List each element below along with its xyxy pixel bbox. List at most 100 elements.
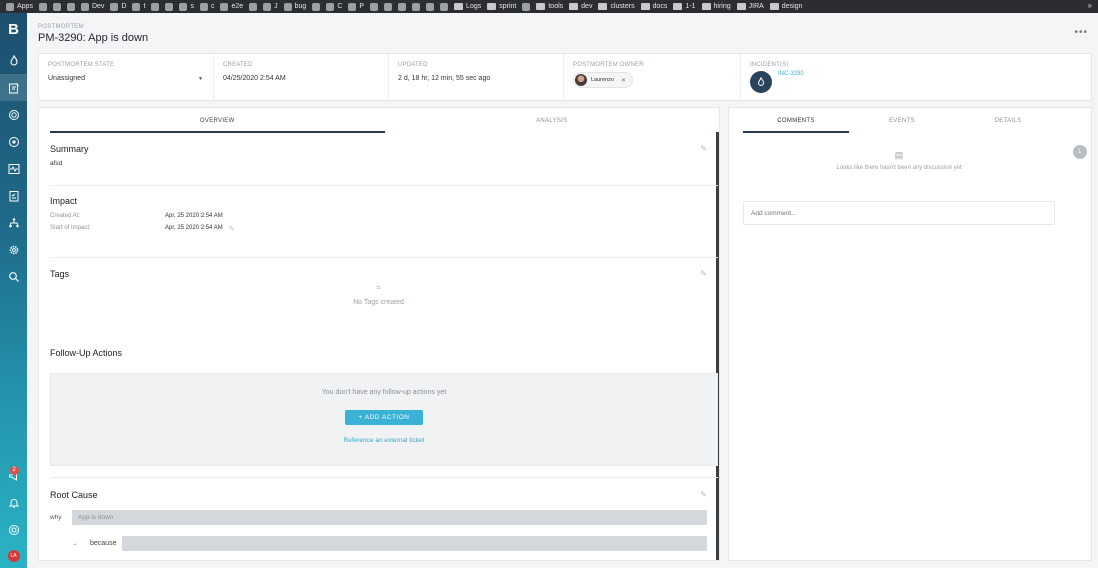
tab-events[interactable]: EVENTS	[849, 116, 955, 133]
hierarchy-icon	[8, 217, 19, 227]
page-header: POSTMORTEM PM-3290: App is down	[38, 24, 148, 44]
bookmarks-overflow-button[interactable]: »	[1088, 1, 1092, 10]
bookmark-item[interactable]: clusters	[598, 3, 635, 10]
state-label: POSTMORTEM STATE	[48, 62, 115, 68]
arrow-right-icon: →	[72, 540, 78, 547]
bookmark-item[interactable]: docs	[640, 3, 667, 10]
bookmark-item[interactable]	[249, 2, 258, 11]
bookmark-item[interactable]	[370, 2, 379, 11]
owner-chip[interactable]: Laurenzo ✕	[573, 72, 633, 88]
bookmark-icon	[348, 2, 357, 11]
tab-comments[interactable]: COMMENTS	[743, 116, 849, 133]
because-input[interactable]	[122, 536, 707, 551]
user-avatar[interactable]: LA	[7, 550, 20, 562]
main-tabs: OVERVIEW ANALYSIS	[50, 116, 719, 133]
bookmark-item[interactable]: tools	[536, 3, 563, 10]
sidebar-item-targets[interactable]	[0, 101, 27, 128]
add-action-button[interactable]: + ADD ACTION	[344, 410, 424, 425]
remove-owner-icon[interactable]: ✕	[621, 77, 626, 84]
help-button[interactable]	[8, 523, 20, 541]
sidebar-item-settings[interactable]	[0, 236, 27, 263]
sidebar-item-search[interactable]	[0, 263, 27, 290]
why-input[interactable]: App is down	[72, 510, 707, 525]
edit-impact-icon[interactable]: ✎	[229, 225, 235, 233]
bookmark-item[interactable]: dev	[569, 3, 592, 10]
folder-icon	[640, 3, 650, 10]
sidebar-item-tasks[interactable]	[0, 182, 27, 209]
bookmark-label: 1-1	[685, 3, 696, 10]
created-label: CREATED	[223, 62, 253, 68]
edit-tags-icon[interactable]: ✎	[700, 269, 707, 278]
bookmark-item[interactable]	[66, 2, 75, 11]
impact-title: Impact	[50, 196, 78, 206]
comments-empty-text: Looks like there hasn't been any discuss…	[836, 165, 962, 171]
bookmark-item[interactable]	[384, 2, 393, 11]
sidebar-item-postmortems[interactable]	[0, 74, 27, 101]
bookmark-item[interactable]: Apps	[6, 2, 33, 11]
bookmark-label: t	[143, 3, 146, 10]
breadcrumb[interactable]: POSTMORTEM	[38, 24, 148, 30]
notifications-button[interactable]	[8, 496, 20, 514]
state-value[interactable]: Unassigned	[48, 75, 204, 82]
bookmark-item[interactable]: design	[769, 3, 802, 10]
bookmark-label: bug	[294, 3, 307, 10]
app-logo[interactable]: B	[6, 21, 22, 39]
bookmark-item[interactable]	[151, 2, 160, 11]
incident-link[interactable]: INC-3290	[778, 71, 804, 77]
goal-icon	[8, 136, 19, 147]
bookmark-item[interactable]	[412, 2, 421, 11]
bookmark-icon	[110, 2, 119, 11]
bookmark-item[interactable]	[312, 2, 321, 11]
sidebar-item-services[interactable]	[0, 209, 27, 236]
bookmark-item[interactable]: e2e	[220, 2, 243, 11]
bookmark-item[interactable]	[165, 2, 174, 11]
bookmark-item[interactable]: c	[199, 2, 214, 11]
sidebar-item-incidents[interactable]	[0, 47, 27, 74]
bookmark-item[interactable]	[522, 2, 531, 11]
bookmark-item[interactable]: D	[110, 2, 126, 11]
scrollbar[interactable]	[716, 132, 719, 560]
edit-summary-icon[interactable]: ✎	[700, 144, 707, 153]
bookmark-item[interactable]	[440, 2, 449, 11]
sidebar-item-activity[interactable]	[0, 155, 27, 182]
bookmark-item[interactable]: hiring	[701, 3, 731, 10]
why-label: why	[50, 514, 62, 521]
tab-details[interactable]: DETAILS	[955, 116, 1061, 133]
bookmark-item[interactable]: bug	[283, 2, 307, 11]
comment-input[interactable]	[743, 201, 1055, 225]
bookmark-item[interactable]: s	[179, 2, 194, 11]
owner-label: POSTMORTEM OWNER	[573, 62, 644, 68]
user-avatar[interactable]: L	[1073, 145, 1087, 159]
bookmark-item[interactable]: Dev	[80, 2, 104, 11]
bookmark-item[interactable]	[398, 2, 407, 11]
bookmark-item[interactable]: Logs	[454, 3, 481, 10]
announcements-button[interactable]: 2	[8, 466, 20, 487]
tags-title: Tags	[50, 269, 70, 279]
gmail-icon	[38, 2, 47, 11]
bookmark-item[interactable]: t	[132, 2, 146, 11]
more-options-button[interactable]: •••	[1074, 27, 1088, 38]
external-ticket-link[interactable]: Reference an external ticket	[51, 437, 717, 444]
tags-empty-text: No Tags created	[353, 299, 404, 306]
edit-root-cause-icon[interactable]: ✎	[700, 490, 707, 499]
search-icon	[8, 271, 19, 282]
bookmark-item[interactable]: C	[326, 2, 342, 11]
bookmark-item[interactable]	[426, 2, 435, 11]
bookmark-item[interactable]: 1-1	[673, 3, 696, 10]
updated-field: UPDATED 2 d, 18 hr, 12 min, 55 sec ago	[389, 54, 564, 100]
bookmark-item[interactable]: J	[263, 2, 278, 11]
bookmark-icon	[80, 2, 89, 11]
bookmark-item[interactable]: P	[348, 2, 364, 11]
postmortem-info-bar: POSTMORTEM STATE Unassigned ▼ CREATED 04…	[38, 53, 1092, 101]
folder-icon	[536, 3, 546, 10]
sidebar-item-goals[interactable]	[0, 128, 27, 155]
tab-analysis[interactable]: ANALYSIS	[385, 116, 720, 133]
bookmark-item[interactable]: sprint	[487, 3, 516, 10]
summary-text: afsd	[50, 160, 63, 167]
bookmark-item[interactable]: JIRA	[736, 3, 764, 10]
bookmark-item[interactable]	[38, 2, 47, 11]
bookmark-item[interactable]	[52, 2, 61, 11]
state-field[interactable]: POSTMORTEM STATE Unassigned ▼	[39, 54, 214, 100]
tab-overview[interactable]: OVERVIEW	[50, 116, 385, 133]
bookmark-icon	[283, 2, 292, 11]
